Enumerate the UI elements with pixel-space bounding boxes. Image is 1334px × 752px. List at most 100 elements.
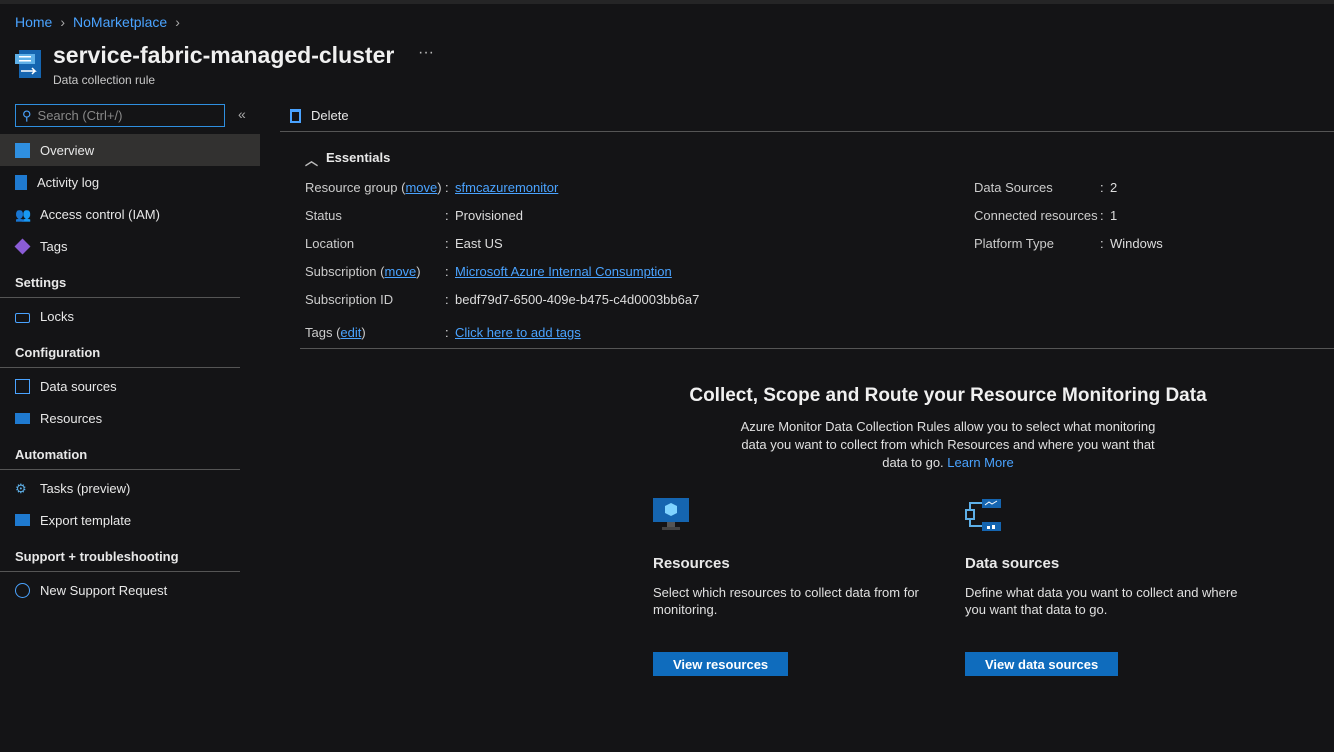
page-title: service-fabric-managed-cluster <box>53 42 395 68</box>
label: Connected resources <box>974 208 1098 223</box>
breadcrumb-home[interactable]: Home <box>15 14 52 30</box>
card-text: Select which resources to collect data f… <box>653 585 919 617</box>
chevron-right-icon: › <box>175 14 180 30</box>
collapse-sidebar-button[interactable]: « <box>238 106 246 122</box>
page-subtitle: Data collection rule <box>53 73 156 87</box>
essentials-right: Data Sources:2 Connected resources:1 Pla… <box>974 180 1163 264</box>
more-options-button[interactable]: ··· <box>418 44 434 62</box>
data-collection-rule-icon <box>15 50 41 78</box>
move-subscription-link[interactable]: move <box>385 264 417 279</box>
divider <box>300 348 1334 349</box>
colon: : <box>1100 236 1104 251</box>
search-box[interactable]: ⚲ <box>15 104 225 127</box>
section-automation: Automation <box>0 434 240 470</box>
subscription-id-value: bedf79d7-6500-409e-b475-c4d0003bb6a7 <box>455 292 700 307</box>
essentials-left: Resource group (move): sfmcazuremonitor S… <box>305 180 699 353</box>
tag-icon <box>14 238 31 254</box>
colon: : <box>1100 180 1104 195</box>
sidebar-item-export-template[interactable]: Export template <box>0 504 260 536</box>
sidebar-item-label: Overview <box>40 142 95 158</box>
status-value: Provisioned <box>455 208 523 223</box>
search-input[interactable] <box>37 108 218 123</box>
sidebar-item-label: Access control (IAM) <box>40 206 160 222</box>
export-template-icon <box>15 514 30 526</box>
move-resource-group-link[interactable]: move <box>405 180 437 195</box>
essentials-title: Essentials <box>326 150 391 165</box>
breadcrumb: Home › NoMarketplace › <box>15 14 180 30</box>
data-sources-icon <box>15 378 30 394</box>
location-value: East US <box>455 236 503 251</box>
colon: : <box>445 236 449 251</box>
resources-card: Resources Select which resources to coll… <box>653 498 943 676</box>
delete-label: Delete <box>311 108 349 123</box>
section-configuration: Configuration <box>0 332 240 368</box>
label: Data Sources <box>974 180 1053 195</box>
overview-icon <box>15 142 30 158</box>
breadcrumb-nomarketplace[interactable]: NoMarketplace <box>73 14 167 30</box>
sidebar-item-label: Tasks (preview) <box>40 480 131 496</box>
hero-title: Collect, Scope and Route your Resource M… <box>689 385 1207 406</box>
colon: : <box>445 264 449 279</box>
sidebar-item-label: Data sources <box>40 378 117 394</box>
data-sources-count: 2 <box>1110 180 1118 195</box>
colon: : <box>445 292 449 307</box>
delete-button[interactable]: Delete <box>290 108 349 123</box>
hero-text: Azure Monitor Data Collection Rules allo… <box>728 418 1168 472</box>
platform-type-value: Windows <box>1110 236 1163 251</box>
resources-monitor-icon <box>653 498 689 530</box>
sidebar: Overview Activity log 👥 Access control (I… <box>0 134 260 606</box>
sidebar-item-locks[interactable]: Locks <box>0 300 260 332</box>
hero: Collect, Scope and Route your Resource M… <box>648 385 1248 472</box>
section-support: Support + troubleshooting <box>0 536 240 572</box>
sidebar-item-label: Locks <box>40 308 74 324</box>
subscription-link[interactable]: Microsoft Azure Internal Consumption <box>455 264 672 292</box>
sidebar-item-tasks[interactable]: ⚙ Tasks (preview) <box>0 472 260 504</box>
sidebar-item-label: New Support Request <box>40 582 168 598</box>
chevron-right-icon: › <box>60 14 66 30</box>
colon: : <box>1100 208 1104 223</box>
sidebar-item-support-request[interactable]: New Support Request <box>0 574 260 606</box>
support-person-icon <box>15 582 30 598</box>
chevron-up-icon: ︿ <box>305 153 319 168</box>
colon: : <box>445 208 449 223</box>
command-bar: Delete <box>280 100 1334 132</box>
monitor-icon <box>15 412 30 424</box>
connected-resources-count: 1 <box>1110 208 1118 223</box>
sidebar-item-label: Tags <box>40 238 68 254</box>
sidebar-item-label: Activity log <box>37 174 100 190</box>
card-title: Data sources <box>965 555 1060 572</box>
top-bar <box>0 0 1334 4</box>
colon: : <box>445 180 449 195</box>
learn-more-link[interactable]: Learn More <box>947 455 1013 470</box>
sidebar-item-overview[interactable]: Overview <box>0 134 260 166</box>
activity-log-icon <box>15 174 27 190</box>
card-text: Define what data you want to collect and… <box>965 585 1238 617</box>
edit-tags-link[interactable]: edit <box>340 325 361 340</box>
sidebar-item-tags[interactable]: Tags <box>0 230 260 262</box>
label: Subscription ID <box>305 292 394 307</box>
label: Status <box>305 208 342 223</box>
view-data-sources-button[interactable]: View data sources <box>965 652 1119 676</box>
card-title: Resources <box>653 555 730 572</box>
trash-icon <box>290 108 301 123</box>
sidebar-item-data-sources[interactable]: Data sources <box>0 370 260 402</box>
label: Subscription <box>305 264 377 279</box>
people-icon: 👥 <box>15 206 32 222</box>
sidebar-item-iam[interactable]: 👥 Access control (IAM) <box>0 198 260 230</box>
view-resources-button[interactable]: View resources <box>653 652 789 676</box>
label: Tags <box>305 325 333 340</box>
label: Platform Type <box>974 236 1054 251</box>
label: Location <box>305 236 355 251</box>
sidebar-item-activity-log[interactable]: Activity log <box>0 166 260 198</box>
label: Resource group <box>305 180 398 195</box>
data-sources-icon <box>965 499 1001 531</box>
essentials-toggle[interactable]: ︿ Essentials <box>305 150 390 169</box>
sidebar-item-resources[interactable]: Resources <box>0 402 260 434</box>
sidebar-item-label: Export template <box>40 512 132 528</box>
tasks-icon: ⚙ <box>15 480 27 496</box>
section-settings: Settings <box>0 262 240 298</box>
sidebar-item-label: Resources <box>40 410 103 426</box>
resource-group-link[interactable]: sfmcazuremonitor <box>455 180 558 208</box>
data-sources-card: Data sources Define what data you want t… <box>965 498 1255 676</box>
search-icon: ⚲ <box>22 107 32 123</box>
